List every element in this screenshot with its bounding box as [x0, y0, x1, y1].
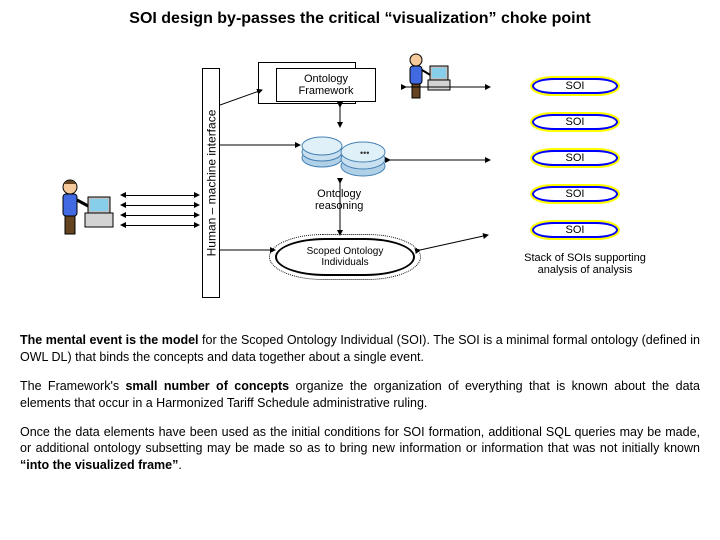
paragraph-2: The Framework's small number of concepts… [20, 378, 700, 412]
soi-pill: SOI [530, 184, 620, 204]
diagram-area: Human – machine interface Ontology Frame… [20, 40, 700, 320]
bidir-arrow [125, 205, 195, 206]
human-left-icon [50, 175, 120, 245]
hmi-box: Human – machine interface [202, 68, 220, 298]
soi-pill: SOI [530, 148, 620, 168]
bidir-arrow [125, 195, 195, 196]
paragraph-3: Once the data elements have been used as… [20, 424, 700, 475]
bidir-arrow [125, 225, 195, 226]
hmi-text: Human – machine interface [204, 110, 218, 257]
soi-pill: SOI [530, 112, 620, 132]
soi-pill: SOI [530, 76, 620, 96]
soi-pill: SOI [530, 220, 620, 240]
bidir-arrow [125, 215, 195, 216]
connector-arrows [220, 65, 500, 285]
stack-caption: Stack of SOIs supporting analysis of ana… [510, 252, 660, 276]
paragraph-1: The mental event is the model for the Sc… [20, 332, 700, 366]
page-title: SOI design by-passes the critical “visua… [20, 10, 700, 28]
